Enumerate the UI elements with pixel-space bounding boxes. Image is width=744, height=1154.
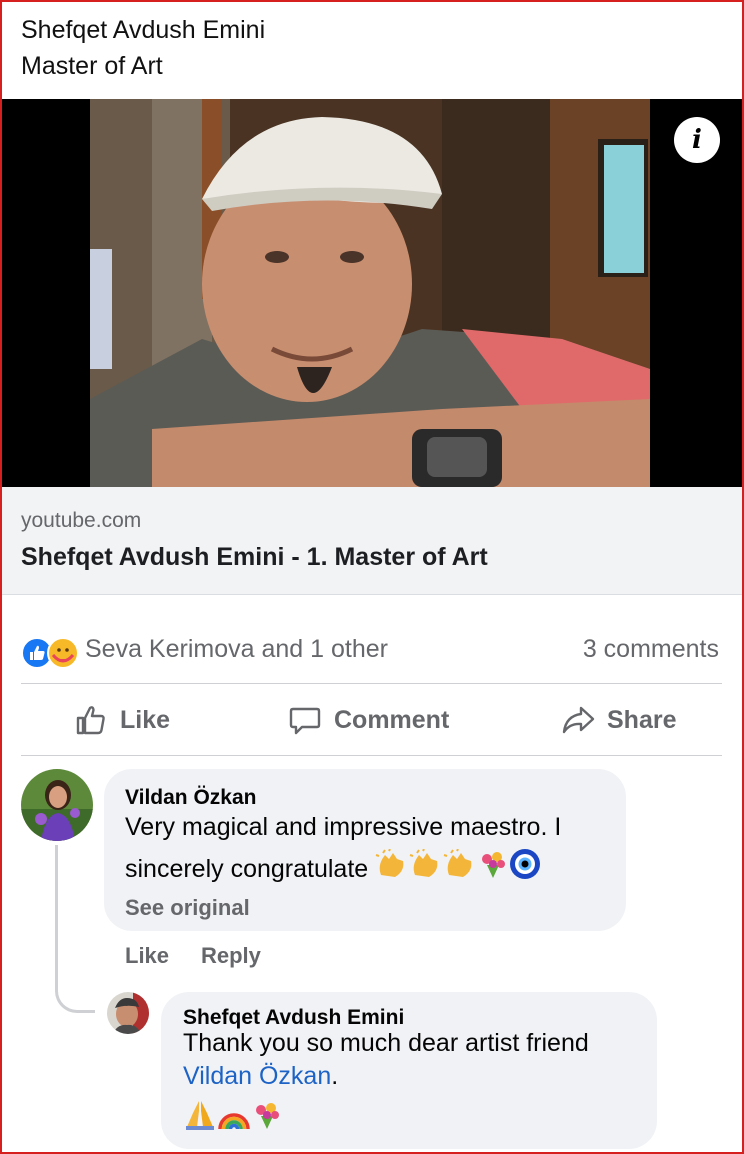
comment-text-line-2: sincerely congratulate xyxy=(125,848,620,893)
share-label: Share xyxy=(607,705,677,734)
info-icon[interactable]: i xyxy=(674,117,720,163)
reply-thread-line xyxy=(55,845,95,1013)
post-text-line-2: Master of Art xyxy=(21,52,163,80)
comment-reply-link[interactable]: Reply xyxy=(201,943,261,969)
divider xyxy=(21,755,722,756)
reply-emojis xyxy=(183,1099,653,1140)
reaction-icons xyxy=(21,633,81,669)
comment-bubble: Vildan Özkan Very magical and impressive… xyxy=(104,769,626,931)
post-text: Shefqet Avdush Emini Master of Art xyxy=(21,12,265,84)
comment-text-line-1: Very magical and impressive maestro. I xyxy=(125,813,562,841)
link-preview-card[interactable]: youtube.com Shefqet Avdush Emini - 1. Ma… xyxy=(2,487,742,595)
link-title[interactable]: Shefqet Avdush Emini - 1. Master of Art xyxy=(21,543,488,572)
reply-text-period: . xyxy=(331,1062,339,1090)
reply-bubble: Shefqet Avdush Emini Thank you so much d… xyxy=(161,992,657,1149)
mention-link[interactable]: Vildan Özkan xyxy=(183,1062,331,1090)
reply-text: Thank you so much dear artist friend Vil… xyxy=(183,1027,653,1140)
clapping-hands-icon xyxy=(375,848,409,892)
comment-label: Comment xyxy=(334,705,450,734)
clapping-hands-icon xyxy=(443,848,477,892)
see-original-link[interactable]: See original xyxy=(125,895,250,921)
care-reaction-icon xyxy=(47,637,79,669)
post-actions: Like Comment Share xyxy=(21,686,722,754)
bouquet-icon xyxy=(477,849,509,892)
comment-text-line-2-text: sincerely congratulate xyxy=(125,855,369,884)
comment-button[interactable]: Comment xyxy=(288,686,449,754)
reaction-names[interactable]: Seva Kerimova and 1 other xyxy=(85,635,388,664)
bouquet-icon xyxy=(251,1100,283,1139)
avatar[interactable] xyxy=(21,769,93,841)
reply-text-line-1: Thank you so much dear artist friend xyxy=(183,1029,589,1057)
divider xyxy=(21,683,722,684)
comment-like-link[interactable]: Like xyxy=(125,943,169,969)
folded-hands-icon xyxy=(183,1099,217,1140)
post-text-line-1: Shefqet Avdush Emini xyxy=(21,16,266,44)
comment-icon xyxy=(289,707,321,735)
clapping-hands-icon xyxy=(409,848,443,892)
avatar[interactable] xyxy=(107,992,149,1034)
like-button[interactable]: Like xyxy=(74,686,170,754)
reactions-summary[interactable]: Seva Kerimova and 1 other 3 comments xyxy=(21,630,719,670)
comment-text: Very magical and impressive maestro. I s… xyxy=(125,807,620,893)
thumbnail-image xyxy=(2,99,742,487)
reply-text-line-2: Vildan Özkan. xyxy=(183,1060,653,1093)
comments-count[interactable]: 3 comments xyxy=(583,635,719,664)
thumbs-up-icon xyxy=(76,706,105,735)
nazar-amulet-icon xyxy=(509,848,541,893)
link-domain: youtube.com xyxy=(21,509,142,532)
share-arrow-icon xyxy=(562,706,595,734)
share-button[interactable]: Share xyxy=(561,686,676,754)
like-label: Like xyxy=(120,705,171,734)
rainbow-icon xyxy=(217,1099,251,1140)
video-thumbnail[interactable]: i xyxy=(2,99,742,487)
